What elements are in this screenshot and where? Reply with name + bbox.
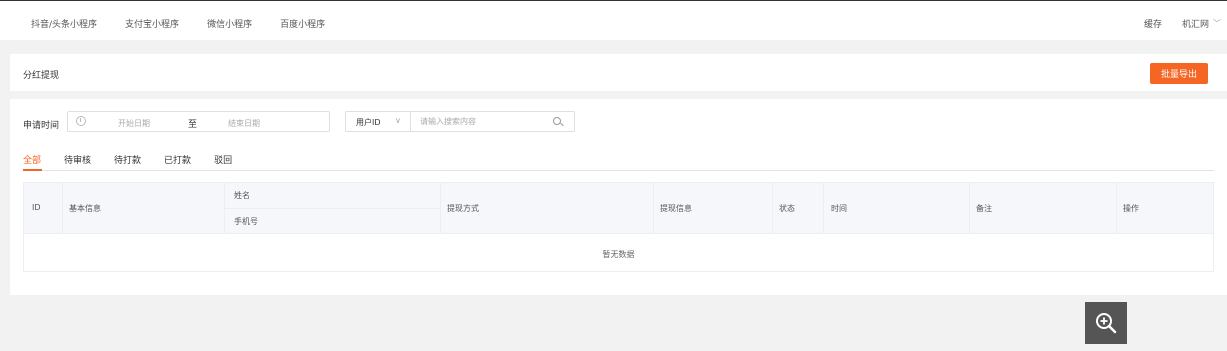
top-right: 缓存 机汇网 ﹀ bbox=[1144, 17, 1221, 30]
nav-item-wechat[interactable]: 微信小程序 bbox=[207, 17, 252, 30]
col-divider bbox=[440, 183, 441, 234]
col-divider bbox=[772, 183, 773, 234]
batch-export-button[interactable]: 批量导出 bbox=[1150, 63, 1208, 84]
nav-item-douyin[interactable]: 抖音/头条小程序 bbox=[31, 17, 97, 30]
nav-item-baidu[interactable]: 百度小程序 bbox=[280, 17, 325, 30]
table-header: ID 基本信息 姓名 手机号 提现方式 提现信息 状态 时间 备注 操作 bbox=[24, 183, 1213, 234]
tab-pending-review[interactable]: 待审核 bbox=[64, 153, 91, 166]
nav-item-alipay[interactable]: 支付宝小程序 bbox=[125, 17, 179, 30]
chevron-down-icon[interactable]: ﹀ bbox=[1213, 18, 1221, 29]
active-tab-indicator bbox=[23, 169, 42, 171]
cache-link[interactable]: 缓存 bbox=[1144, 17, 1162, 30]
col-name: 姓名 bbox=[234, 191, 250, 200]
search-field-value: 用户ID bbox=[356, 118, 381, 127]
empty-state-text: 暂无数据 bbox=[602, 250, 635, 259]
col-status: 状态 bbox=[779, 204, 795, 213]
zoom-in-icon bbox=[1096, 313, 1117, 334]
apply-time-label: 申请时间 bbox=[23, 121, 60, 131]
name-phone-divider bbox=[224, 208, 440, 209]
col-time: 时间 bbox=[831, 204, 847, 213]
col-method: 提现方式 bbox=[447, 204, 479, 213]
date-range-picker[interactable]: 开始日期 至 结束日期 bbox=[67, 111, 330, 132]
tab-rejected[interactable]: 驳回 bbox=[214, 153, 232, 166]
tab-paid[interactable]: 已打款 bbox=[164, 153, 191, 166]
col-remark: 备注 bbox=[976, 204, 992, 213]
tabs-divider bbox=[23, 170, 1214, 171]
col-divider bbox=[1116, 183, 1117, 234]
col-phone: 手机号 bbox=[234, 217, 258, 226]
tab-pending-payment[interactable]: 待打款 bbox=[114, 153, 141, 166]
search-input[interactable] bbox=[420, 115, 540, 128]
chevron-down-icon: ∨ bbox=[395, 116, 401, 125]
col-divider bbox=[653, 183, 654, 234]
col-action: 操作 bbox=[1123, 204, 1139, 213]
platform-nav: 抖音/头条小程序 支付宝小程序 微信小程序 百度小程序 bbox=[31, 17, 353, 30]
col-info: 提现信息 bbox=[660, 204, 692, 213]
col-divider bbox=[823, 183, 824, 234]
search-group: 用户ID ∨ bbox=[345, 111, 575, 132]
page-title: 分红提现 bbox=[23, 71, 60, 81]
col-divider bbox=[969, 183, 970, 234]
user-menu[interactable]: 机汇网 bbox=[1182, 17, 1209, 30]
tab-all[interactable]: 全部 bbox=[23, 153, 41, 166]
end-date-input[interactable]: 结束日期 bbox=[228, 118, 260, 129]
search-icon[interactable] bbox=[553, 117, 561, 125]
top-bar: 抖音/头条小程序 支付宝小程序 微信小程序 百度小程序 缓存 机汇网 ﹀ bbox=[0, 0, 1227, 40]
search-field-select[interactable]: 用户ID ∨ bbox=[346, 112, 411, 131]
clock-icon bbox=[76, 116, 86, 126]
date-separator: 至 bbox=[188, 120, 198, 130]
start-date-input[interactable]: 开始日期 bbox=[118, 118, 150, 129]
status-tabs: 全部 待审核 待打款 已打款 驳回 bbox=[23, 153, 255, 166]
page-header: 分红提现 bbox=[10, 54, 1227, 91]
zoom-in-button[interactable] bbox=[1085, 302, 1127, 344]
col-divider bbox=[62, 183, 63, 234]
withdrawal-table: ID 基本信息 姓名 手机号 提现方式 提现信息 状态 时间 备注 操作 暂无数… bbox=[23, 182, 1214, 272]
col-basic-info: 基本信息 bbox=[69, 204, 101, 213]
col-id: ID bbox=[32, 203, 41, 212]
